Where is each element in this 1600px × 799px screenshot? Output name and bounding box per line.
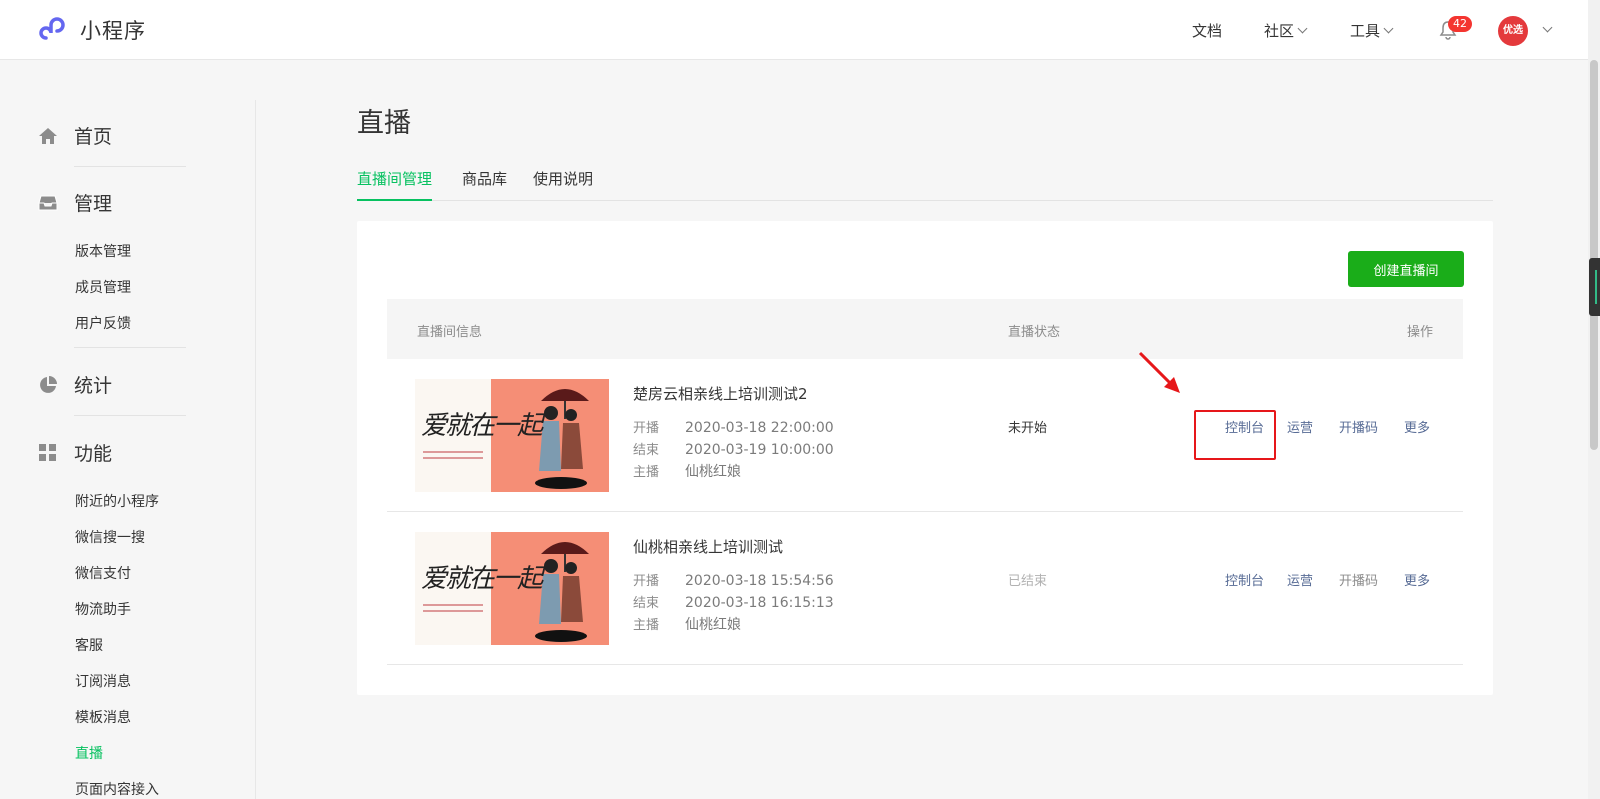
avatar[interactable]: 优选 — [1498, 16, 1528, 46]
tab-bar: 直播间管理 商品库 使用说明 — [357, 168, 1493, 201]
annotation-highlight-box — [1194, 410, 1276, 460]
sidebar-item-logistics[interactable]: 物流助手 — [75, 599, 131, 619]
annotation-arrow-icon — [1138, 351, 1180, 393]
status-badge: 已结束 — [1008, 574, 1048, 589]
sidebar-item-feedback[interactable]: 用户反馈 — [75, 313, 131, 333]
sidebar-item-stats[interactable]: 统计 — [38, 371, 112, 398]
room-title: 仙桃相亲线上培训测试 — [633, 538, 784, 556]
room-start: 开播 2020-03-18 22:00:00 — [633, 420, 834, 436]
chevron-down-icon[interactable] — [1542, 22, 1553, 33]
sidebar-item-nearby[interactable]: 附近的小程序 — [75, 491, 159, 511]
sidebar-item-search[interactable]: 微信搜一搜 — [75, 527, 145, 547]
room-end: 结束 2020-03-18 16:15:13 — [633, 595, 834, 611]
scrollbar-thumb[interactable] — [1590, 60, 1598, 450]
nav-tools[interactable]: 工具 — [1350, 0, 1394, 60]
side-widget[interactable] — [1589, 258, 1600, 316]
sidebar-item-live[interactable]: 直播 — [75, 743, 103, 763]
nav-docs[interactable]: 文档 — [1192, 0, 1222, 60]
sidebar-item-content[interactable]: 页面内容接入 — [75, 779, 159, 799]
header-room-info: 直播间信息 — [417, 325, 483, 340]
app-name: 小程序 — [80, 19, 146, 43]
sidebar-item-manage[interactable]: 管理 — [38, 189, 112, 216]
pie-chart-icon — [40, 375, 57, 393]
notification-badge: 42 — [1448, 16, 1472, 32]
logo[interactable]: 小程序 — [38, 14, 146, 46]
chevron-down-icon — [1383, 23, 1394, 33]
home-icon — [39, 127, 57, 144]
more-link[interactable]: 更多 — [1404, 570, 1430, 589]
header-actions: 操作 — [1407, 325, 1434, 340]
tab-product-library[interactable]: 商品库 — [462, 168, 507, 201]
sidebar-item-version[interactable]: 版本管理 — [75, 241, 131, 261]
room-end: 结束 2020-03-19 10:00:00 — [633, 442, 834, 458]
table-row: 爱就在一起 仙桃相亲线上培训测试 开播 2020-03-18 15:54:56 结… — [387, 512, 1463, 665]
cover-title-text: 爱就在一起 — [421, 411, 543, 441]
console-link[interactable]: 控制台 — [1225, 570, 1264, 589]
table-header: 直播间信息 直播状态 操作 — [387, 299, 1463, 359]
room-host: 主播 仙桃红娘 — [633, 464, 741, 480]
room-start: 开播 2020-03-18 15:54:56 — [633, 573, 834, 589]
live-cover-image[interactable]: 爱就在一起 — [415, 379, 609, 492]
sidebar-divider — [74, 347, 186, 348]
room-title: 楚房云相亲线上培训测试2 — [633, 385, 808, 403]
sidebar-item-home[interactable]: 首页 — [38, 122, 112, 149]
tab-instructions[interactable]: 使用说明 — [533, 168, 593, 201]
status-badge: 未开始 — [1008, 421, 1048, 436]
live-code-link[interactable]: 开播码 — [1339, 417, 1378, 436]
room-host: 主播 仙桃红娘 — [633, 617, 741, 633]
more-link[interactable]: 更多 — [1404, 417, 1430, 436]
table-row: 爱就在一起 楚房云相亲线上培训测试2 开播 2020-03-18 22:00:00… — [387, 359, 1463, 512]
create-live-room-button[interactable]: 创建直播间 — [1348, 251, 1464, 287]
sidebar-divider — [74, 166, 186, 167]
operation-link[interactable]: 运营 — [1287, 570, 1313, 589]
live-code-link[interactable]: 开播码 — [1339, 570, 1378, 589]
top-bar: 小程序 文档 社区 工具 42 优选 — [0, 0, 1600, 60]
sidebar-item-members[interactable]: 成员管理 — [75, 277, 131, 297]
nav-community[interactable]: 社区 — [1264, 0, 1308, 60]
sidebar-item-subscribe[interactable]: 订阅消息 — [75, 671, 131, 691]
inbox-icon — [38, 195, 58, 210]
live-cover-image[interactable]: 爱就在一起 — [415, 532, 609, 645]
tab-live-room-manage[interactable]: 直播间管理 — [357, 168, 433, 201]
operation-link[interactable]: 运营 — [1287, 417, 1313, 436]
cover-title-text: 爱就在一起 — [421, 564, 543, 594]
chevron-down-icon — [1297, 23, 1308, 33]
sidebar-divider — [74, 415, 186, 416]
sidebar-item-pay[interactable]: 微信支付 — [75, 563, 131, 583]
mini-program-logo-icon — [39, 17, 65, 40]
sidebar-item-features[interactable]: 功能 — [38, 439, 112, 466]
page-title: 直播 — [357, 108, 411, 139]
header-status: 直播状态 — [1008, 325, 1061, 340]
grid-icon — [39, 443, 56, 461]
sidebar-item-template[interactable]: 模板消息 — [75, 707, 131, 727]
sidebar-item-service[interactable]: 客服 — [75, 635, 103, 655]
